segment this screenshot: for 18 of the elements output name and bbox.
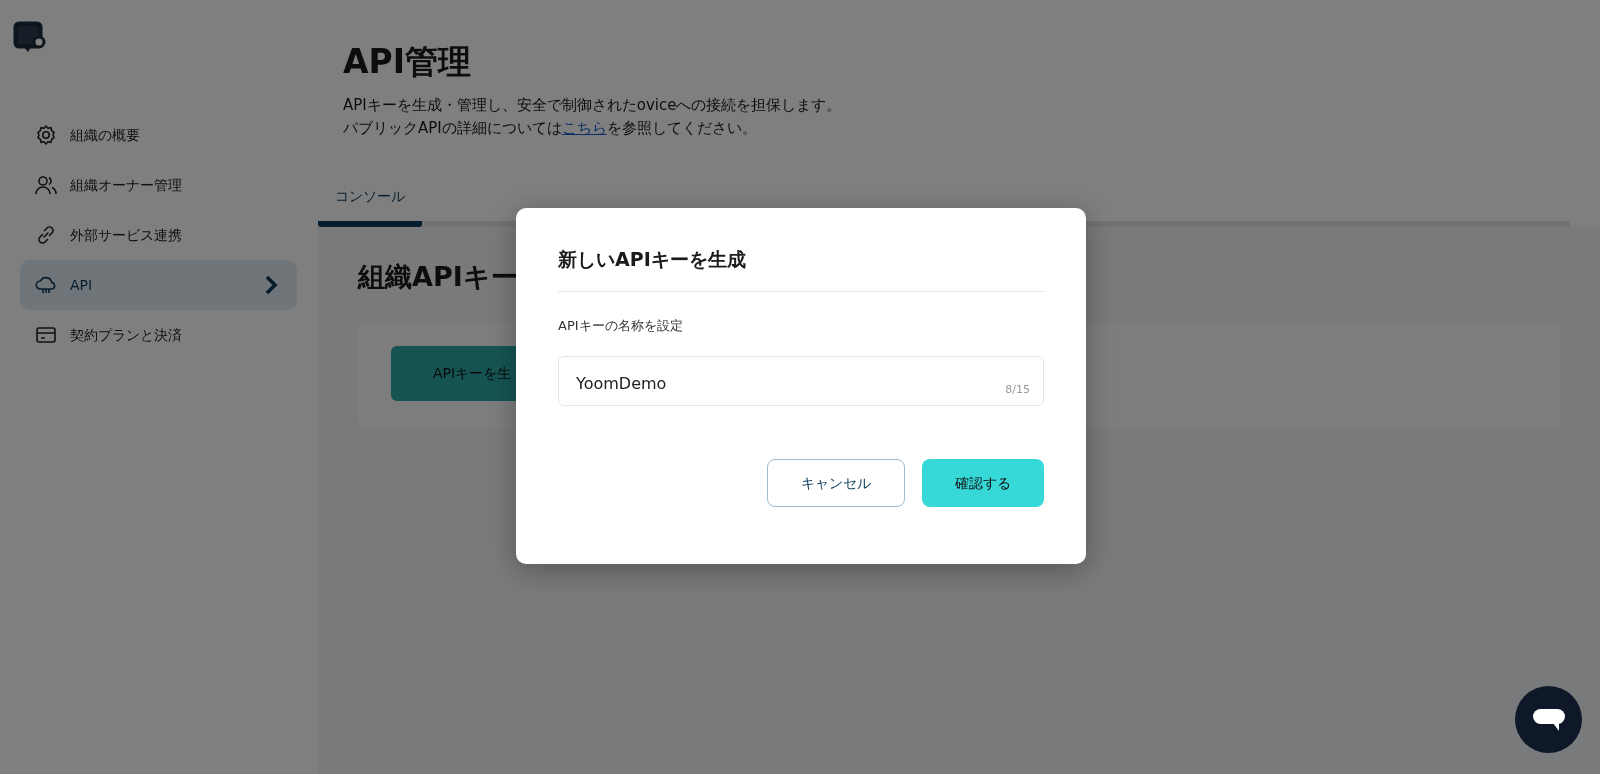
character-counter: 8/15: [1005, 381, 1030, 398]
people-icon: [34, 173, 58, 197]
sidebar-item[interactable]: 契約プランと決済: [20, 310, 297, 360]
settings-icon: [34, 123, 58, 147]
description-text: パブリックAPIの詳細についてはこちら を参照してください。: [343, 117, 758, 139]
sidebar-item[interactable]: 組織オーナー管理: [20, 160, 297, 210]
confirm-button[interactable]: 確認する: [922, 459, 1044, 508]
dialog-title: 新しいAPIキーを生成: [558, 248, 1044, 292]
section-title: 組織APIキー: [358, 260, 518, 295]
details-link[interactable]: こちら: [561, 118, 607, 137]
sidebar-item[interactable]: 組織の概要: [20, 110, 297, 160]
sidebar-item[interactable]: 外部サービス連携: [20, 210, 297, 260]
field-label: APIキーの名称を設定: [558, 316, 684, 335]
logo-icon: [12, 20, 46, 54]
sidebar-item[interactable]: API: [20, 260, 297, 310]
cancel-button[interactable]: キャンセル: [767, 459, 905, 508]
description-text: APIキーを生成・管理し、安全で制御されたoviceへの接続を担保します。: [343, 94, 843, 116]
page-title: API管理: [343, 42, 472, 82]
